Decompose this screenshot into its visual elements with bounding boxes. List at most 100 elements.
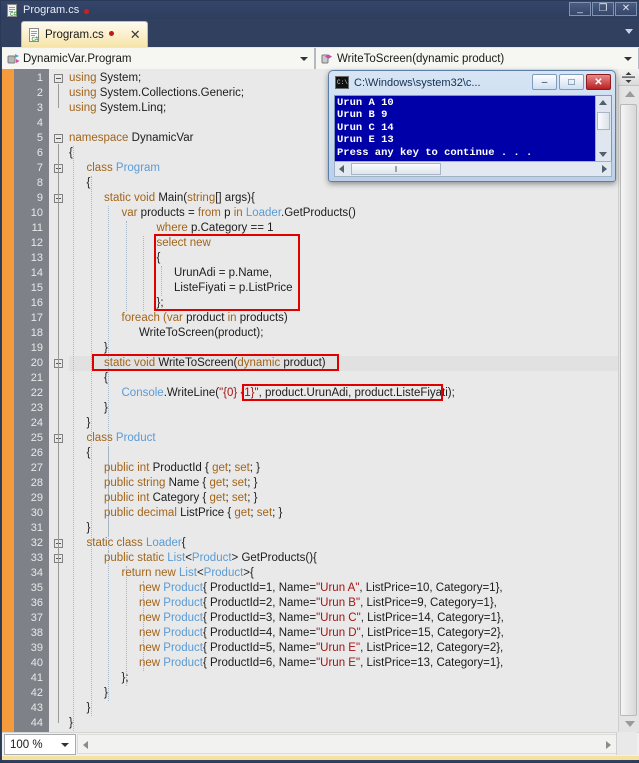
tab-program-cs[interactable]: c# Program.cs ✕: [21, 21, 148, 47]
code-line[interactable]: foreach (var product in products): [122, 311, 288, 326]
console-vertical-scrollbar[interactable]: [595, 96, 611, 161]
code-token: get: [210, 492, 226, 504]
tab-unsaved-indicator: [109, 31, 114, 36]
code-token: get: [209, 477, 225, 489]
console-horizontal-scrollbar[interactable]: ‖: [334, 161, 612, 177]
zoom-level-dropdown[interactable]: 100 %: [4, 734, 76, 755]
code-line[interactable]: }: [104, 686, 108, 701]
scroll-down-arrow-icon[interactable]: [599, 152, 607, 157]
editor-vertical-scrollbar[interactable]: [618, 69, 639, 732]
zoom-level-value: 100 %: [10, 739, 43, 751]
scroll-right-arrow-icon[interactable]: [602, 165, 607, 173]
code-line[interactable]: public int Category { get; set; }: [104, 491, 257, 506]
code-line[interactable]: static void Main(string[] args){: [104, 191, 255, 206]
tab-list-chevron-down-icon[interactable]: [625, 29, 633, 34]
console-minimize-button[interactable]: –: [532, 74, 557, 90]
console-maximize-button[interactable]: □: [559, 74, 584, 90]
code-token: "Urun B": [316, 597, 360, 609]
collapse-region-button[interactable]: [54, 134, 63, 143]
maximize-button[interactable]: ❐: [592, 2, 614, 16]
console-title-bar: C:\Windows\system32\c... – □ ✕: [329, 71, 615, 94]
title-bar: c# Program.cs _ ❐ ✕: [1, 1, 639, 19]
code-token: {: [69, 147, 73, 159]
code-line[interactable]: new Product{ ProductId=4, Name="Urun D",…: [139, 626, 504, 641]
code-line[interactable]: public static List<Product> GetProducts(…: [104, 551, 317, 566]
code-line[interactable]: class Product: [87, 431, 156, 446]
code-line[interactable]: public string Name { get; set; }: [104, 476, 257, 491]
command-prompt-window[interactable]: C:\Windows\system32\c... – □ ✕ Urun A 10…: [328, 70, 616, 182]
line-number: 11: [14, 221, 49, 236]
tab-label: Program.cs: [45, 29, 104, 41]
chevron-down-icon[interactable]: [624, 57, 632, 61]
code-line[interactable]: new Product{ ProductId=2, Name="Urun B",…: [139, 596, 497, 611]
code-line[interactable]: namespace DynamicVar: [69, 131, 193, 146]
indent-guide: [91, 176, 92, 716]
code-line[interactable]: new Product{ ProductId=5, Name="Urun E",…: [139, 641, 503, 656]
scroll-up-arrow-icon[interactable]: [599, 100, 607, 105]
line-number: 13: [14, 251, 49, 266]
code-token: {: [182, 537, 186, 549]
type-dropdown[interactable]: DynamicVar.Program: [2, 48, 315, 70]
code-line[interactable]: new Product{ ProductId=3, Name="Urun C",…: [139, 611, 504, 626]
scroll-up-arrow-icon[interactable]: [625, 91, 635, 97]
line-number: 3: [14, 101, 49, 116]
code-token: }: [69, 717, 73, 729]
minimize-button[interactable]: _: [569, 2, 591, 16]
code-line[interactable]: public int ProductId { get; set; }: [104, 461, 260, 476]
tab-close-icon[interactable]: ✕: [130, 28, 141, 41]
editor-horizontal-scrollbar[interactable]: [77, 734, 617, 754]
console-horizontal-scroll-thumb[interactable]: ‖: [351, 163, 441, 175]
code-line[interactable]: {: [87, 176, 91, 191]
console-close-button[interactable]: ✕: [586, 74, 611, 90]
code-line[interactable]: using System.Collections.Generic;: [69, 86, 244, 101]
code-line[interactable]: public decimal ListPrice { get; set; }: [104, 506, 282, 521]
chevron-down-icon[interactable]: [300, 57, 308, 61]
indent-guide: [126, 221, 127, 311]
line-number: 43: [14, 701, 49, 716]
member-dropdown[interactable]: WriteToScreen(dynamic product): [315, 48, 639, 70]
outlining-margin[interactable]: [49, 69, 69, 732]
line-number: 22: [14, 386, 49, 401]
indent-guide: [108, 551, 109, 701]
chevron-down-icon[interactable]: [61, 743, 69, 747]
code-line[interactable]: };: [122, 671, 129, 686]
dynamic-member-access: [242, 384, 443, 401]
code-token: in: [234, 207, 246, 219]
code-token: > GetProducts(){: [232, 552, 317, 564]
collapse-region-button[interactable]: [54, 74, 63, 83]
code-line[interactable]: }: [69, 716, 73, 731]
outlining-connector: [58, 564, 59, 678]
code-token: ; }: [272, 507, 282, 519]
code-line[interactable]: {: [69, 146, 73, 161]
code-line[interactable]: }: [87, 521, 91, 536]
scroll-down-arrow-icon[interactable]: [625, 721, 635, 727]
console-vertical-scroll-thumb[interactable]: [597, 112, 610, 130]
code-line[interactable]: using System;: [69, 71, 141, 86]
code-token: new: [139, 582, 163, 594]
code-line[interactable]: class Program: [87, 161, 161, 176]
scroll-left-arrow-icon[interactable]: [83, 741, 88, 749]
vertical-scroll-thumb[interactable]: [620, 104, 637, 716]
split-view-handle[interactable]: [618, 69, 639, 86]
code-line[interactable]: }: [104, 401, 108, 416]
code-line[interactable]: new Product{ ProductId=6, Name="Urun E",…: [139, 656, 503, 671]
code-line[interactable]: static class Loader{: [87, 536, 186, 551]
scroll-right-arrow-icon[interactable]: [606, 741, 611, 749]
code-line[interactable]: {: [104, 371, 108, 386]
code-line[interactable]: var products = from p in Loader.GetProdu…: [122, 206, 356, 221]
code-line[interactable]: new Product{ ProductId=1, Name="Urun A",…: [139, 581, 503, 596]
code-line[interactable]: return new List<Product>{: [122, 566, 254, 581]
line-number: 8: [14, 176, 49, 191]
code-line[interactable]: }: [87, 701, 91, 716]
code-line[interactable]: }: [87, 416, 91, 431]
method-icon: [320, 52, 334, 66]
code-line[interactable]: WriteToScreen(product);: [139, 326, 263, 341]
code-line[interactable]: using System.Linq;: [69, 101, 166, 116]
scroll-left-arrow-icon[interactable]: [339, 165, 344, 173]
code-token: {: [87, 177, 91, 189]
code-line[interactable]: {: [87, 446, 91, 461]
line-number: 16: [14, 296, 49, 311]
close-button[interactable]: ✕: [615, 2, 637, 16]
code-token: }: [87, 702, 91, 714]
code-token: Product: [163, 642, 203, 654]
